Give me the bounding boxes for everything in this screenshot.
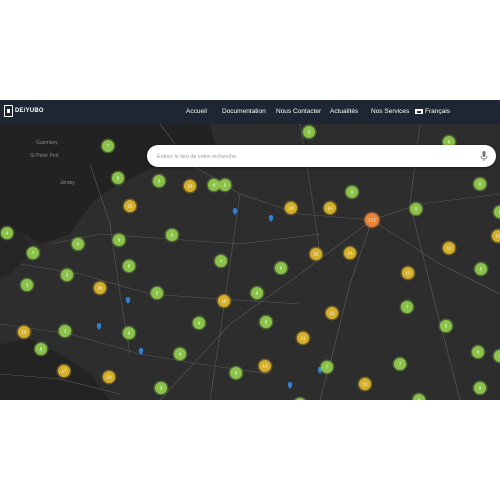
cluster-marker[interactable]: 24 bbox=[342, 245, 358, 261]
cluster-marker[interactable]: 4 bbox=[0, 225, 15, 241]
cluster-marker[interactable]: 11 bbox=[357, 376, 373, 392]
microphone-icon[interactable] bbox=[478, 150, 490, 162]
cluster-marker[interactable]: 22 bbox=[122, 198, 138, 214]
top-navbar: DE/YUBO Accueil Documentation Nous Conta… bbox=[0, 100, 500, 124]
cluster-marker[interactable]: 8 bbox=[121, 258, 137, 274]
place-label: Jersey bbox=[60, 180, 75, 186]
cluster-count: 16 bbox=[221, 299, 227, 304]
cluster-marker[interactable]: 4 bbox=[191, 315, 207, 331]
cluster-marker[interactable]: 7 bbox=[25, 245, 41, 261]
cluster-marker[interactable]: 5 bbox=[111, 232, 127, 248]
cluster-marker[interactable]: 172 bbox=[363, 211, 381, 229]
cluster-marker[interactable]: 8 bbox=[33, 341, 49, 357]
language-selector[interactable]: Français bbox=[415, 108, 450, 115]
cluster-count: 17 bbox=[61, 369, 67, 374]
cluster-marker[interactable]: 29 bbox=[92, 280, 108, 296]
cluster-count: 11 bbox=[363, 382, 368, 387]
cluster-marker[interactable]: 3 bbox=[153, 380, 169, 396]
cluster-marker[interactable]: 3 bbox=[19, 277, 35, 293]
cluster-marker[interactable]: 5 bbox=[273, 260, 289, 276]
cluster-marker[interactable]: 7 bbox=[100, 138, 116, 154]
cluster-marker[interactable]: 15 bbox=[308, 246, 324, 262]
cluster-marker[interactable]: 8 bbox=[470, 344, 486, 360]
cluster-marker[interactable]: 6 bbox=[164, 227, 180, 243]
flag-icon bbox=[415, 109, 423, 114]
cluster-marker[interactable]: 7 bbox=[392, 356, 408, 372]
cluster-count: 14 bbox=[495, 234, 500, 239]
cluster-marker[interactable]: 18 bbox=[16, 324, 32, 340]
cluster-count: 16 bbox=[187, 184, 193, 189]
cluster-marker[interactable]: 5 bbox=[438, 318, 454, 334]
search-bar bbox=[147, 145, 496, 167]
nav-nos-services[interactable]: Nos Services bbox=[371, 108, 409, 115]
cluster-marker[interactable]: 13 bbox=[400, 265, 416, 281]
cluster-marker[interactable]: 8 bbox=[472, 176, 488, 192]
cluster-count: 18 bbox=[21, 330, 27, 335]
cluster-marker[interactable]: 19 bbox=[101, 369, 117, 385]
cluster-marker[interactable]: 7 bbox=[399, 299, 415, 315]
cluster-marker[interactable]: 3 bbox=[151, 173, 167, 189]
cluster-marker[interactable]: 6 bbox=[408, 201, 424, 217]
cluster-marker[interactable]: 5 bbox=[473, 261, 489, 277]
cluster-count: 14 bbox=[327, 206, 333, 211]
cluster-marker[interactable]: 6 bbox=[249, 285, 265, 301]
cluster-marker[interactable]: 21 bbox=[295, 330, 311, 346]
cluster-count: 19 bbox=[106, 375, 112, 380]
cluster-count: 24 bbox=[347, 251, 353, 256]
brand-logo[interactable]: DE/YUBO bbox=[4, 105, 44, 117]
cluster-marker[interactable]: 14 bbox=[322, 200, 338, 216]
cluster-marker[interactable]: 7 bbox=[319, 359, 335, 375]
cluster-marker[interactable]: 9 bbox=[59, 267, 75, 283]
cluster-marker[interactable]: 9 bbox=[110, 170, 126, 186]
cluster-count: 172 bbox=[368, 218, 376, 223]
cluster-marker[interactable]: 11 bbox=[441, 240, 457, 256]
logo-icon bbox=[4, 105, 13, 117]
nav-actualites[interactable]: Actualités bbox=[330, 108, 358, 115]
cluster-marker[interactable]: 4 bbox=[213, 253, 229, 269]
cluster-marker[interactable]: 4 bbox=[172, 346, 188, 362]
cluster-marker[interactable]: 9 bbox=[472, 380, 488, 396]
cluster-marker[interactable]: 12 bbox=[324, 305, 340, 321]
cluster-marker[interactable]: 5 bbox=[301, 124, 317, 140]
nav-documentation[interactable]: Documentation bbox=[222, 108, 266, 115]
cluster-marker[interactable]: 8 bbox=[149, 285, 165, 301]
cluster-marker[interactable]: 6 bbox=[344, 184, 360, 200]
cluster-count: 12 bbox=[329, 311, 335, 316]
cluster-marker[interactable]: 16 bbox=[216, 293, 232, 309]
nav-nous-contacter[interactable]: Nous Contacter bbox=[276, 108, 321, 115]
cluster-count: 29 bbox=[97, 286, 103, 291]
place-label: St Peter Port bbox=[30, 153, 59, 159]
cluster-marker[interactable]: 10 bbox=[283, 200, 299, 216]
cluster-marker[interactable]: 6 bbox=[121, 325, 137, 341]
cluster-marker[interactable]: 16 bbox=[182, 178, 198, 194]
brand-name: DE/YUBO bbox=[15, 108, 44, 114]
cluster-count: 11 bbox=[447, 246, 452, 251]
cluster-marker[interactable]: 3 bbox=[57, 323, 73, 339]
cluster-count: 10 bbox=[288, 206, 294, 211]
nav-accueil[interactable]: Accueil bbox=[186, 108, 207, 115]
cluster-count: 22 bbox=[127, 204, 133, 209]
cluster-marker[interactable]: 5 bbox=[228, 365, 244, 381]
cluster-count: 15 bbox=[313, 252, 319, 257]
location-search-input[interactable] bbox=[155, 148, 469, 166]
cluster-marker[interactable]: 13 bbox=[257, 358, 273, 374]
place-label: Guernsey bbox=[36, 140, 58, 146]
cluster-marker[interactable]: 3 bbox=[70, 236, 86, 252]
cluster-count: 21 bbox=[300, 336, 306, 341]
cluster-count: 13 bbox=[405, 271, 411, 276]
language-label: Français bbox=[425, 108, 450, 115]
cluster-marker[interactable]: 6 bbox=[206, 177, 222, 193]
app-frame: DE/YUBO Accueil Documentation Nous Conta… bbox=[0, 100, 500, 400]
cluster-marker[interactable]: 17 bbox=[56, 363, 72, 379]
cluster-count: 13 bbox=[262, 364, 268, 369]
cluster-marker[interactable]: 9 bbox=[258, 314, 274, 330]
